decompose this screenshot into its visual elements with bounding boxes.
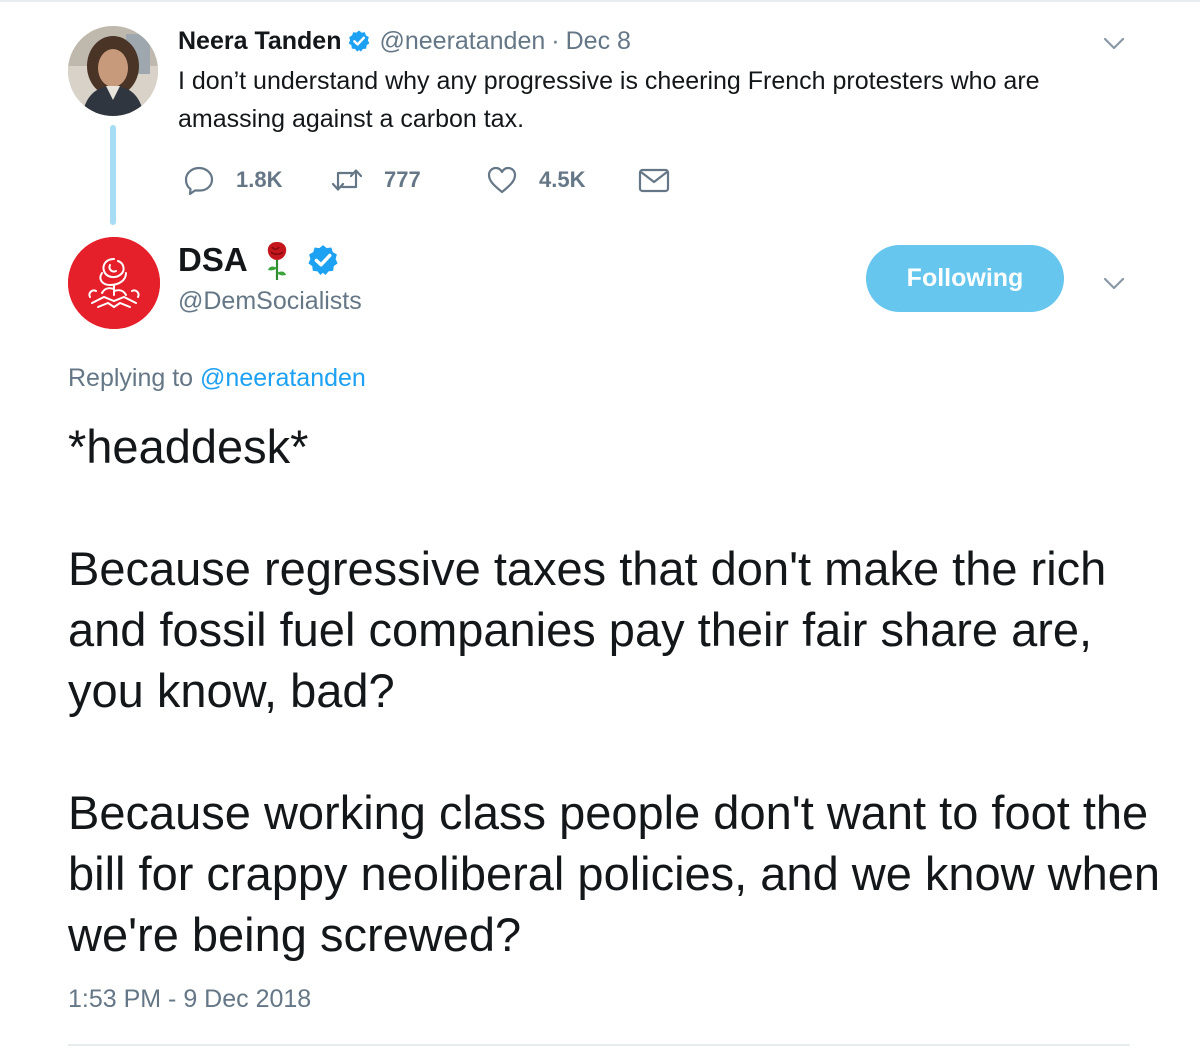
user-photo-avatar-icon — [68, 26, 158, 116]
main-author-handle[interactable]: @DemSocialists — [178, 287, 362, 316]
verified-badge-icon — [306, 243, 340, 277]
verified-badge-icon — [347, 29, 371, 53]
dsa-rose-logo-icon — [68, 237, 160, 329]
neera-avatar[interactable] — [68, 26, 158, 116]
envelope-icon — [638, 168, 670, 193]
reply-icon — [184, 166, 214, 196]
parent-tweet-actions: 1.8K 777 4.5K — [182, 160, 702, 200]
like-button[interactable]: 4.5K — [485, 160, 585, 200]
thread-connector-line — [110, 125, 116, 225]
parent-tweet-text: I don’t understand why any progressive i… — [178, 67, 1040, 133]
main-author-name[interactable]: DSA — [178, 241, 248, 279]
parent-tweet-header: Neera Tanden @neeratanden · Dec 8 — [178, 24, 631, 58]
chevron-down-icon[interactable] — [1101, 30, 1127, 56]
heart-icon — [487, 166, 517, 194]
tweet-page: Neera Tanden @neeratanden · Dec 8 I don’… — [0, 0, 1200, 1050]
tweet-paragraph: Because regressive taxes that don't make… — [68, 542, 1107, 717]
reply-count: 1.8K — [236, 167, 283, 192]
header-separator: · — [551, 26, 560, 55]
replying-prefix: Replying to — [68, 364, 201, 392]
replying-mention-link[interactable]: @neeratanden — [200, 364, 366, 392]
rose-icon — [262, 238, 292, 282]
following-button[interactable]: Following — [866, 245, 1064, 312]
chevron-down-icon[interactable] — [1101, 270, 1127, 296]
retweet-icon — [331, 169, 363, 191]
tweet-paragraph: Because working class people don't want … — [68, 786, 1161, 961]
retweet-button[interactable]: 777 — [330, 160, 421, 200]
main-author-row: DSA — [178, 238, 340, 282]
parent-author-handle[interactable]: @neeratanden — [379, 27, 545, 56]
like-count: 4.5K — [539, 167, 586, 192]
parent-tweet-date[interactable]: Dec 8 — [566, 27, 631, 56]
replying-to-line: Replying to @neeratanden — [68, 364, 366, 393]
direct-message-button[interactable] — [637, 160, 671, 200]
tweet-timestamp[interactable]: 1:53 PM - 9 Dec 2018 — [68, 985, 311, 1014]
main-tweet-text: *headdesk* Because regressive taxes that… — [68, 416, 1168, 965]
reply-button[interactable]: 1.8K — [182, 160, 282, 200]
bottom-divider — [68, 1044, 1130, 1046]
parent-author-name[interactable]: Neera Tanden — [178, 27, 341, 56]
dsa-avatar[interactable] — [68, 237, 160, 329]
top-divider — [0, 0, 1200, 2]
retweet-count: 777 — [384, 167, 421, 192]
tweet-paragraph: *headdesk* — [68, 420, 309, 473]
